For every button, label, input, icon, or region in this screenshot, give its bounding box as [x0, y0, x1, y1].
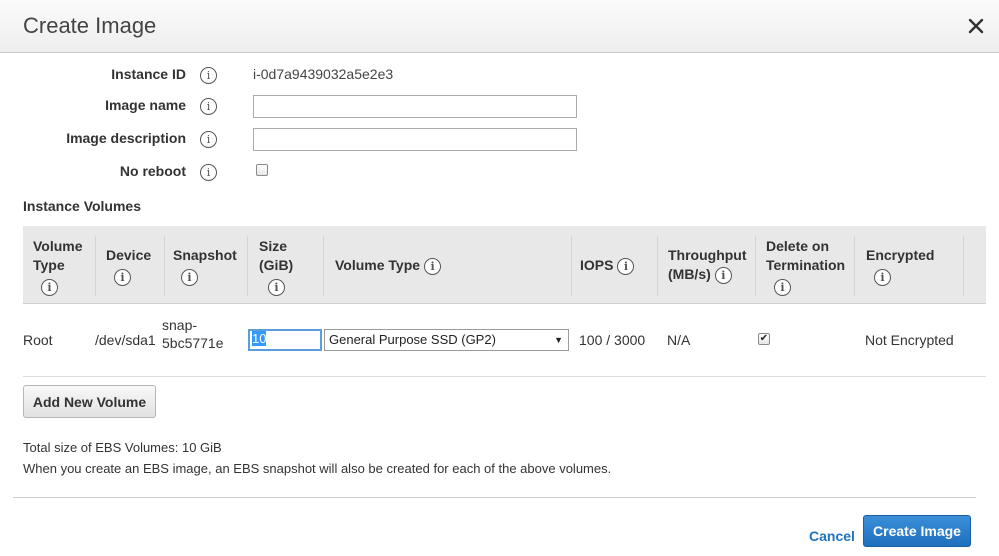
- cell-snapshot: snap- 5bc5771e: [162, 317, 224, 351]
- info-icon[interactable]: i: [774, 278, 791, 296]
- cell-volume-type: Root: [23, 332, 53, 348]
- header-delete-on-termination: Delete on Termination i: [766, 238, 846, 296]
- info-icon[interactable]: i: [200, 131, 217, 148]
- header-encrypted: Encrypted i: [866, 247, 935, 286]
- info-icon[interactable]: i: [874, 268, 891, 286]
- header-throughput: Throughput (MB/s) i: [668, 247, 747, 284]
- no-reboot-checkbox[interactable]: [256, 164, 268, 176]
- info-icon[interactable]: i: [181, 268, 198, 286]
- create-image-button[interactable]: Create Image: [863, 515, 971, 547]
- volume-type-select[interactable]: General Purpose SSD (GP2) ▼: [324, 329, 569, 351]
- image-description-input[interactable]: [253, 128, 577, 151]
- dialog-title: Create Image: [23, 13, 157, 38]
- chevron-down-icon: ▼: [554, 335, 563, 345]
- info-icon[interactable]: i: [200, 164, 217, 181]
- image-name-input[interactable]: [253, 95, 577, 118]
- close-button[interactable]: [963, 13, 989, 39]
- info-icon[interactable]: i: [424, 257, 442, 275]
- dialog-header: Create Image: [0, 0, 999, 53]
- cell-throughput: N/A: [667, 332, 691, 348]
- info-icon[interactable]: i: [41, 278, 58, 296]
- header-snapshot: Snapshot i: [173, 247, 237, 286]
- size-input[interactable]: 10: [248, 329, 322, 351]
- header-size: Size (GiB) i: [259, 238, 294, 296]
- cell-iops: 100 / 3000: [579, 332, 646, 348]
- cancel-link[interactable]: Cancel: [809, 528, 855, 544]
- cell-encrypted: Not Encrypted: [865, 332, 954, 348]
- header-volume-type: Volume Type i: [33, 238, 83, 296]
- image-description-label: Image description: [66, 130, 186, 146]
- volumes-table-header: Volume Type i Device i Snapshot i Size (…: [23, 226, 986, 304]
- info-icon[interactable]: i: [114, 268, 131, 286]
- snapshot-note-text: When you create an EBS image, an EBS sna…: [23, 461, 612, 476]
- instance-volumes-title: Instance Volumes: [23, 198, 142, 214]
- close-icon: [968, 18, 984, 34]
- header-ebs-volume-type: Volume Type i: [335, 256, 442, 275]
- info-icon[interactable]: i: [200, 98, 217, 115]
- info-icon[interactable]: i: [617, 257, 635, 275]
- instance-id-value: i-0d7a9439032a5e2e3: [253, 66, 394, 82]
- info-icon[interactable]: i: [268, 278, 285, 296]
- checkmark-icon: ✔: [759, 333, 769, 344]
- delete-on-termination-checkbox[interactable]: ✔: [758, 333, 770, 345]
- header-iops: IOPS i: [580, 256, 635, 275]
- info-icon[interactable]: i: [714, 266, 732, 284]
- add-new-volume-button[interactable]: Add New Volume: [23, 385, 156, 418]
- header-device: Device i: [106, 247, 152, 286]
- image-name-label: Image name: [105, 97, 186, 113]
- cell-device: /dev/sda1: [95, 332, 156, 348]
- instance-id-label: Instance ID: [111, 66, 186, 82]
- info-icon[interactable]: i: [200, 67, 217, 84]
- no-reboot-label: No reboot: [119, 163, 186, 179]
- total-size-text: Total size of EBS Volumes: 10 GiB: [23, 440, 222, 455]
